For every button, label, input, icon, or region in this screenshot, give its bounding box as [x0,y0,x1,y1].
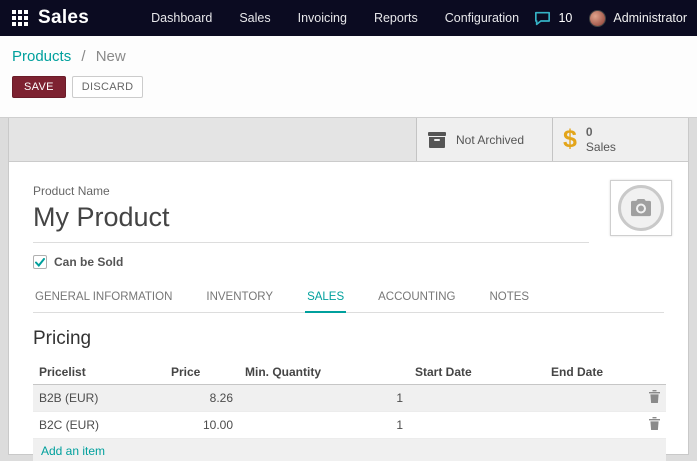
sales-stat-value: 0 [586,125,616,140]
add-item-link[interactable]: Add an item [33,439,666,461]
cell-min-quantity[interactable]: 1 [239,412,409,439]
save-button[interactable]: SAVE [12,76,66,98]
sales-stat-label: Sales [586,140,616,155]
messages-count[interactable]: 10 [558,11,572,25]
archive-stat-button[interactable]: Not Archived [416,118,552,161]
product-name-input[interactable] [33,200,589,243]
menu-invoicing[interactable]: Invoicing [298,11,347,25]
sales-stat-stack: 0 Sales [586,125,616,155]
pricing-section-title: Pricing [33,328,664,350]
product-name-label: Product Name [33,184,664,198]
col-header-price[interactable]: Price [165,361,239,385]
cell-pricelist[interactable]: B2C (EUR) [33,412,165,439]
can-be-sold-label: Can be Sold [54,255,123,269]
tab-notes[interactable]: NOTES [487,285,531,312]
app-window: Sales Dashboard Sales Invoicing Reports … [0,0,697,461]
discard-button[interactable]: DISCARD [72,76,144,98]
sheet-body: Product Name Can be Sold GENERAL INFORMA… [9,162,688,461]
apps-grid-icon[interactable] [12,10,28,26]
cell-start-date[interactable] [409,385,545,412]
form-action-buttons: SAVE DISCARD [12,76,697,98]
notebook-tabs: GENERAL INFORMATION INVENTORY SALES ACCO… [33,285,664,313]
cell-price[interactable]: 10.00 [165,412,239,439]
tab-general-information[interactable]: GENERAL INFORMATION [33,285,174,312]
pricing-header-row: Pricelist Price Min. Quantity Start Date… [33,361,666,385]
menu-reports[interactable]: Reports [374,11,418,25]
dollar-icon: $ [563,127,577,152]
can-be-sold-checkbox[interactable] [33,255,47,269]
menu-dashboard[interactable]: Dashboard [151,11,212,25]
user-avatar[interactable] [589,10,606,27]
breadcrumb: Products / New [12,48,697,65]
add-item-row[interactable]: Add an item [33,439,666,461]
sales-stat-button[interactable]: $ 0 Sales [552,118,688,161]
checkmark-icon [35,258,45,267]
breadcrumb-current: New [96,48,126,65]
main-content: Not Archived $ 0 Sales [0,118,697,461]
pricing-row-b2b[interactable]: B2B (EUR) 8.26 1 [33,385,666,412]
control-panel: Products / New SAVE DISCARD [0,36,697,118]
col-header-actions [642,361,666,385]
pricing-table: Pricelist Price Min. Quantity Start Date… [33,361,666,461]
col-header-pricelist[interactable]: Pricelist [33,361,165,385]
delete-row-icon[interactable] [649,390,660,403]
cell-end-date[interactable] [545,385,642,412]
tab-inventory[interactable]: INVENTORY [204,285,275,312]
form-sheet: Not Archived $ 0 Sales [8,118,689,455]
messages-icon[interactable] [534,11,551,26]
user-menu[interactable]: Administrator [613,11,687,25]
can-be-sold-row: Can be Sold [33,255,664,269]
breadcrumb-separator: / [81,48,85,65]
menu-sales[interactable]: Sales [239,11,270,25]
menu-configuration[interactable]: Configuration [445,11,519,25]
col-header-end-date[interactable]: End Date [545,361,642,385]
breadcrumb-products-link[interactable]: Products [12,48,71,65]
archive-stat-label: Not Archived [456,133,524,147]
delete-row-icon[interactable] [649,417,660,430]
cell-pricelist[interactable]: B2B (EUR) [33,385,165,412]
tab-sales[interactable]: SALES [305,285,346,313]
product-image-placeholder[interactable] [610,180,672,236]
cell-min-quantity[interactable]: 1 [239,385,409,412]
archive-box-icon [427,131,447,149]
app-brand-title[interactable]: Sales [38,7,89,29]
cell-price[interactable]: 8.26 [165,385,239,412]
top-menu: Dashboard Sales Invoicing Reports Config… [151,11,519,25]
camera-icon [629,198,653,218]
cell-end-date[interactable] [545,412,642,439]
pricing-row-b2c[interactable]: B2C (EUR) 10.00 1 [33,412,666,439]
top-navbar: Sales Dashboard Sales Invoicing Reports … [0,0,697,36]
tab-accounting[interactable]: ACCOUNTING [376,285,457,312]
stat-button-bar: Not Archived $ 0 Sales [9,118,688,162]
col-header-start-date[interactable]: Start Date [409,361,545,385]
cell-start-date[interactable] [409,412,545,439]
col-header-min-quantity[interactable]: Min. Quantity [239,361,409,385]
topbar-right: 10 Administrator [534,10,687,27]
camera-circle [618,185,664,231]
